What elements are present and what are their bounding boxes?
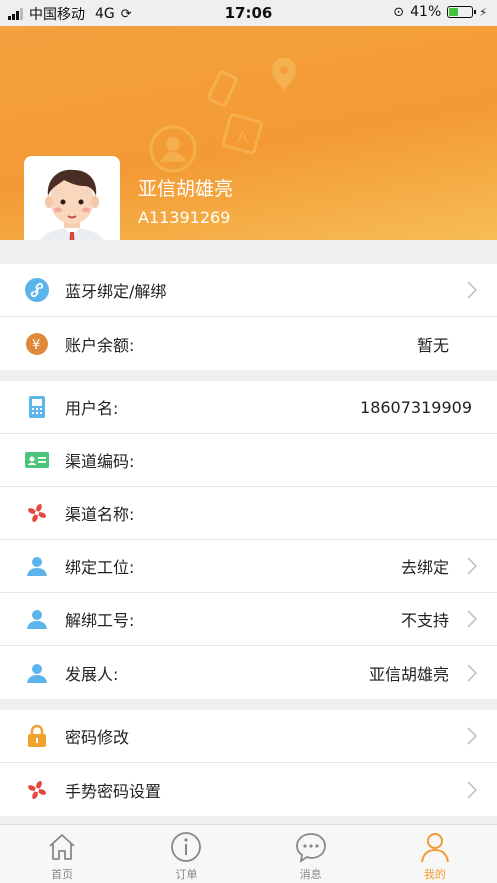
bluetooth-bind-label: 蓝牙绑定/解绑	[65, 282, 167, 301]
channel-code-row: 渠道编码:	[0, 434, 497, 487]
chat-icon	[295, 833, 326, 863]
phone-deco-icon	[207, 70, 238, 107]
bind-station-value: 去绑定	[400, 558, 449, 577]
avatar-portrait-icon	[24, 156, 120, 240]
unbind-staff-label: 解绑工号:	[65, 611, 135, 630]
rotation-lock-icon: ⊙	[393, 4, 405, 20]
chevron-right-icon	[467, 557, 477, 575]
person-icon	[25, 607, 49, 631]
gesture-password-row[interactable]: 手势密码设置	[0, 763, 497, 816]
person-icon	[25, 661, 49, 685]
balance-row: ¥ 账户余额: 暂无	[0, 317, 497, 370]
avatar[interactable]	[24, 156, 120, 240]
tab-bar: 首页 订单 消息 我的	[0, 824, 497, 883]
tab-home-label: 首页	[51, 868, 74, 881]
chevron-right-icon	[467, 610, 477, 628]
pinwheel-icon	[25, 778, 49, 802]
tab-messages[interactable]: 消息	[249, 825, 373, 883]
chevron-right-icon	[467, 281, 477, 299]
svg-text:¥: ¥	[32, 338, 40, 353]
bluetooth-bind-row[interactable]: 蓝牙绑定/解绑	[0, 264, 497, 317]
lock-icon	[25, 724, 49, 748]
change-password-row[interactable]: 密码修改	[0, 710, 497, 763]
section-security: 密码修改 手势密码设置	[0, 710, 497, 816]
battery-percent: 41%	[410, 4, 442, 20]
balance-value: 暂无	[416, 335, 449, 355]
channel-name-label: 渠道名称:	[65, 505, 135, 524]
unbind-staff-row[interactable]: 解绑工号: 不支持	[0, 593, 497, 646]
section-account: 蓝牙绑定/解绑 ¥ 账户余额: 暂无	[0, 264, 497, 370]
bind-station-label: 绑定工位:	[65, 558, 135, 577]
info-icon	[171, 832, 202, 862]
person-circle-deco-icon	[149, 125, 197, 173]
yuan-coin-icon: ¥	[25, 332, 49, 356]
gesture-password-label: 手势密码设置	[65, 781, 162, 801]
home-icon	[49, 834, 75, 860]
charging-icon: ⚡	[479, 5, 487, 19]
chevron-right-icon	[467, 727, 477, 745]
status-right: ⊙ 41% ⚡	[393, 4, 487, 20]
tab-messages-label: 消息	[299, 868, 322, 881]
profile-header: A 亚信胡雄亮 A11391269	[0, 26, 497, 240]
bind-station-row[interactable]: 绑定工位: 去绑定	[0, 540, 497, 593]
tab-home[interactable]: 首页	[0, 825, 124, 883]
phone-icon	[25, 395, 49, 419]
chevron-right-icon	[467, 780, 477, 799]
username-label: 用户名:	[65, 399, 119, 418]
change-password-label: 密码修改	[65, 728, 130, 747]
username-value: 18607319909	[360, 397, 472, 417]
tab-mine-label: 我的	[423, 868, 446, 881]
profile-name: 亚信胡雄亮	[138, 178, 234, 200]
developer-row[interactable]: 发展人: 亚信胡雄亮	[0, 646, 497, 699]
developer-value: 亚信胡雄亮	[368, 664, 449, 684]
battery-icon	[447, 6, 477, 18]
tab-orders-label: 订单	[175, 868, 198, 881]
profile-id: A11391269	[138, 208, 231, 227]
developer-label: 发展人:	[65, 664, 119, 684]
tab-orders[interactable]: 订单	[124, 825, 248, 883]
tab-mine[interactable]: 我的	[373, 825, 497, 883]
username-row: 用户名: 18607319909	[0, 381, 497, 434]
chevron-right-icon	[467, 663, 477, 682]
person-icon	[25, 554, 49, 578]
svg-text:A: A	[237, 129, 248, 146]
channel-code-label: 渠道编码:	[65, 452, 135, 471]
unbind-staff-value: 不支持	[400, 611, 449, 630]
user-icon	[420, 833, 449, 863]
link-icon	[25, 278, 49, 302]
status-bar: 中国移动 4G ⟳ 17:06 ⊙ 41% ⚡	[0, 0, 497, 26]
balance-label: 账户余额:	[65, 335, 135, 355]
section-info: 用户名: 18607319909 渠道编码: 渠道名称: 绑定工位: 去绑定 解…	[0, 381, 497, 699]
id-card-icon	[25, 448, 49, 472]
document-a-icon: A	[221, 113, 263, 155]
pinwheel-icon	[25, 501, 49, 525]
location-pin-icon	[272, 58, 296, 90]
channel-name-row: 渠道名称:	[0, 487, 497, 540]
